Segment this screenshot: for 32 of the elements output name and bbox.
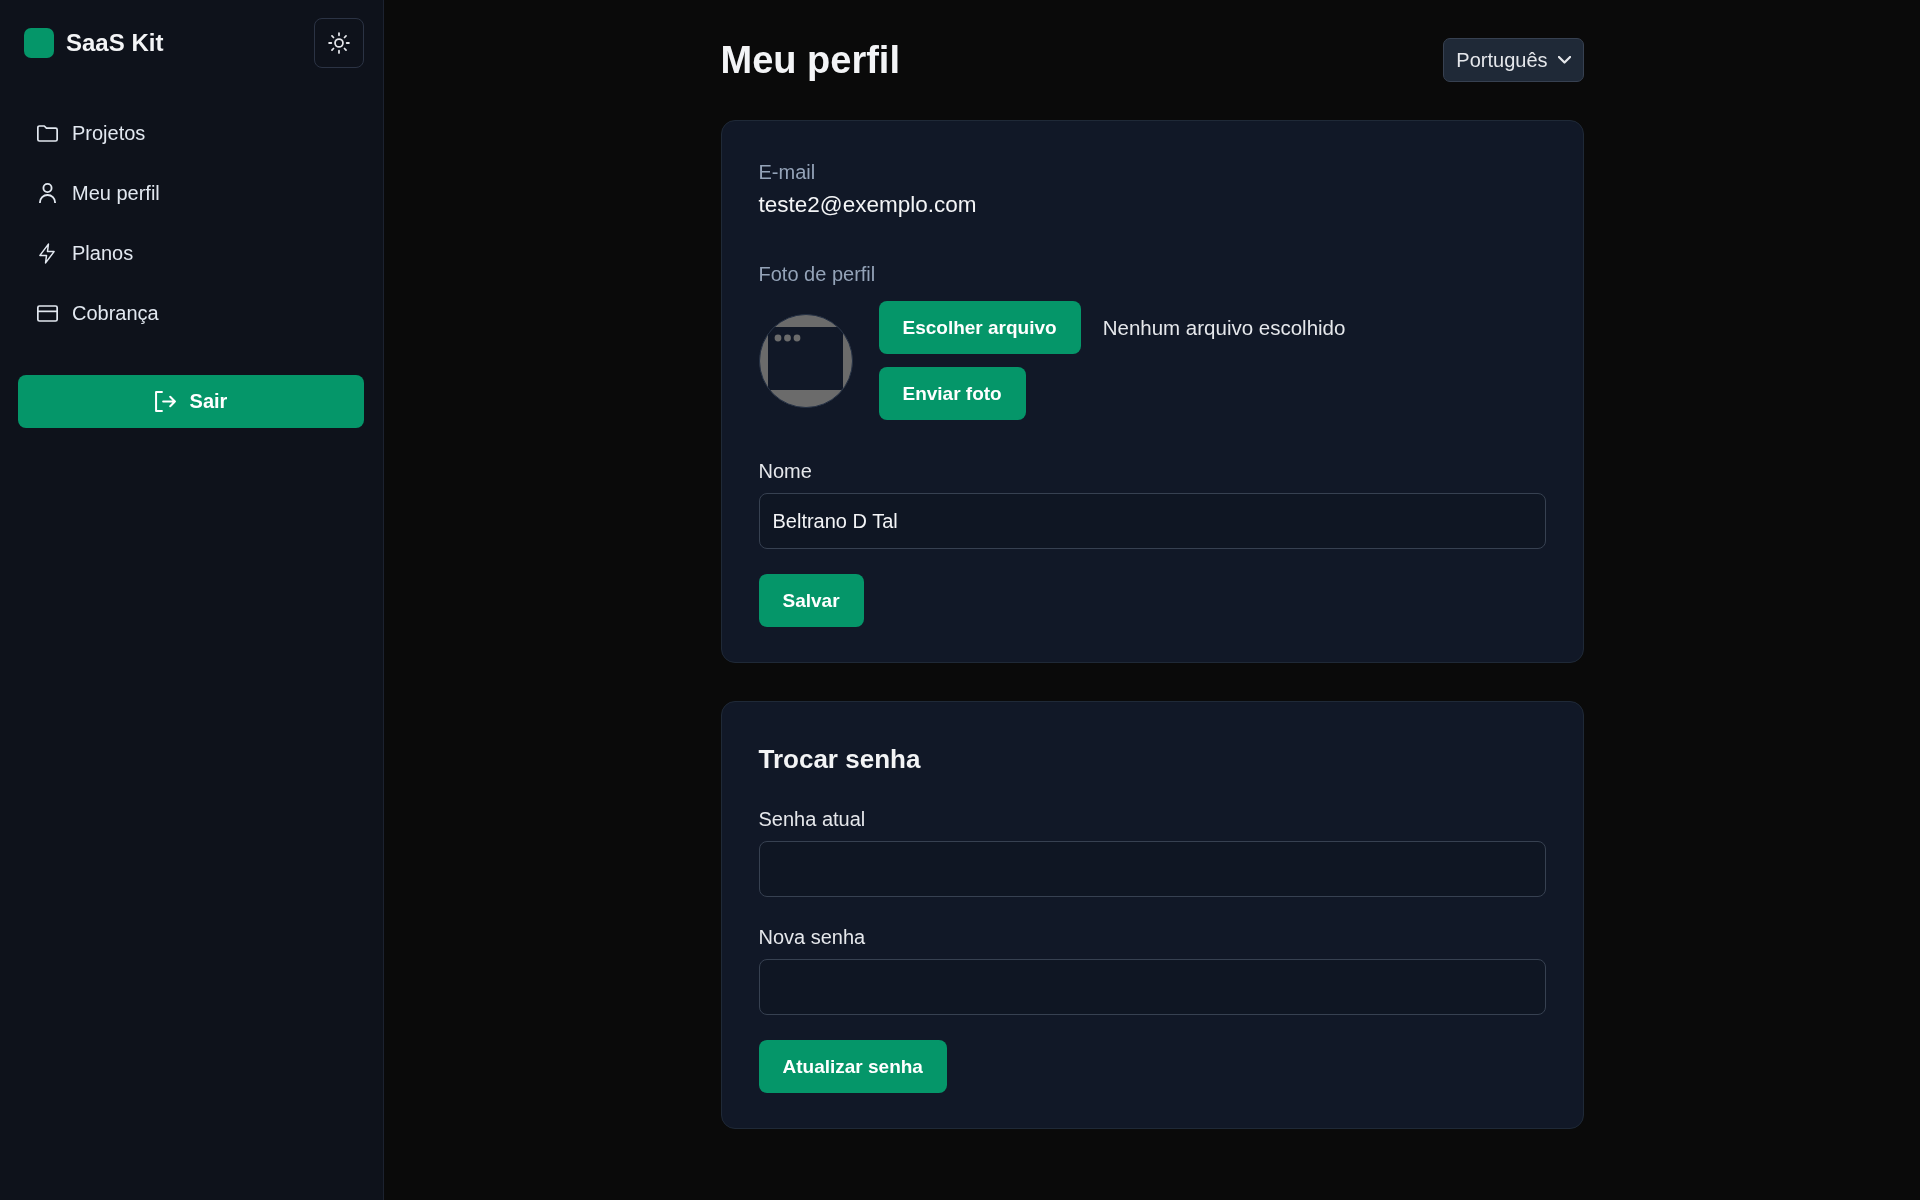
field-label: Nome [758,459,812,484]
nav-item[interactable]: Projetos [36,121,146,145]
field-label: Senha atual [758,807,866,832]
logout-button[interactable]: Sair [18,375,364,428]
section-title: Trocar senha [758,743,921,776]
nav-item[interactable]: Cobrança [36,301,159,325]
chevron-down-icon [1557,56,1571,64]
logout-icon [154,391,176,412]
field-label: Nova senha [758,925,866,950]
language-select[interactable]: Português [1443,38,1584,82]
credit-card-icon [36,304,58,322]
file-status-text: Nenhum arquivo escolhido [1102,315,1346,340]
upload-photo-button[interactable]: Enviar foto [878,367,1026,420]
email-value: teste2@exemplo.com [758,191,977,219]
password-input[interactable] [758,959,1546,1015]
password-input[interactable] [758,841,1546,897]
theme-toggle-button[interactable] [314,18,364,68]
choose-file-button[interactable]: Escolher arquivo [878,301,1081,354]
name-input[interactable]: Beltrano D Tal [758,493,1546,549]
save-button[interactable]: Salvar [758,574,864,627]
logo-icon [24,28,54,58]
sun-icon [328,32,350,54]
folder-icon [36,124,58,142]
nav-item[interactable]: Meu perfil [36,181,160,205]
user-icon [38,182,56,204]
lightning-icon [39,242,55,264]
nav-item[interactable]: Planos [36,241,134,265]
page-title: Meu perfil [720,38,900,82]
field-label: E-mail [758,160,816,185]
update-password-button[interactable]: Atualizar senha [758,1040,947,1093]
brand-name: SaaS Kit [66,28,164,58]
field-label: Foto de perfil [758,262,876,287]
